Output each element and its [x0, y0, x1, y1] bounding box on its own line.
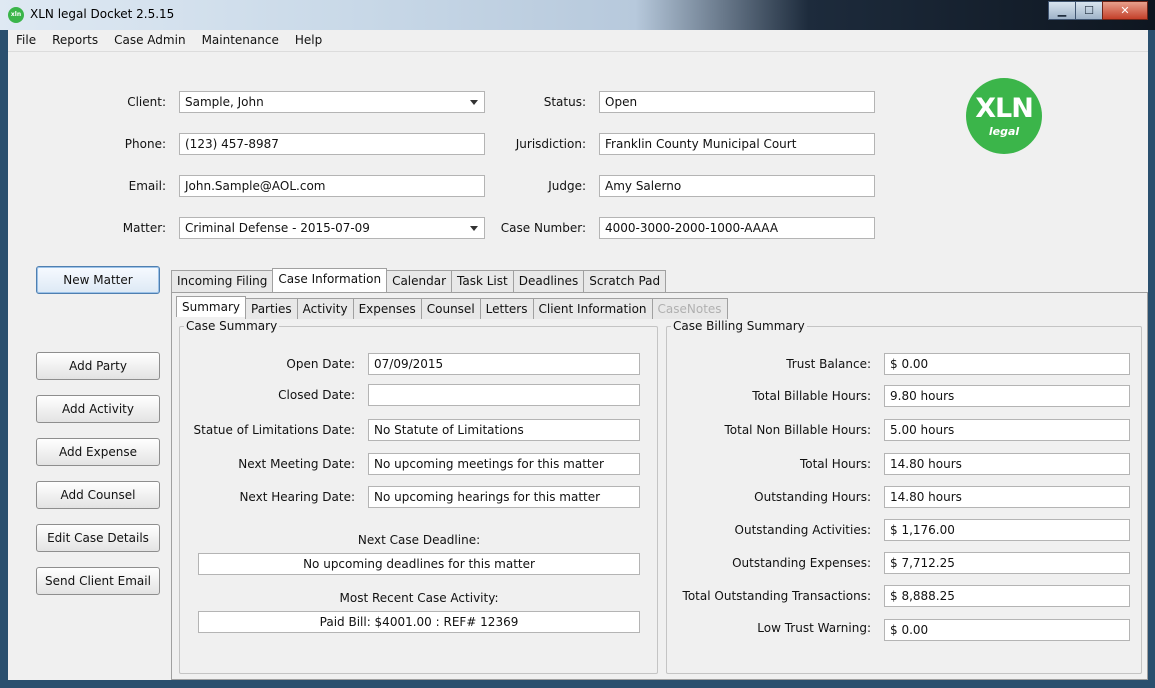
logo-text: XLN [975, 93, 1034, 124]
matter-label: Matter: [122, 221, 166, 235]
matter-combo[interactable]: Criminal Defense - 2015-07-09 [179, 217, 485, 239]
case-summary-title: Case Summary [184, 319, 280, 333]
phone-label: Phone: [124, 137, 166, 151]
case-information-panel: Summary Parties Activity Expenses Counse… [171, 292, 1148, 680]
open-date-label: Open Date: [286, 357, 355, 371]
send-client-email-button[interactable]: Send Client Email [36, 567, 160, 595]
total-outstanding-transactions-field[interactable]: $ 8,888.25 [884, 585, 1130, 607]
outstanding-expenses-field[interactable]: $ 7,712.25 [884, 552, 1130, 574]
tab-calendar[interactable]: Calendar [386, 270, 453, 292]
email-label: Email: [128, 179, 166, 193]
close-icon[interactable]: ✕ [1102, 1, 1148, 20]
tab-scratch-pad[interactable]: Scratch Pad [583, 270, 667, 292]
status-label: Status: [543, 95, 586, 109]
tab-activity[interactable]: Activity [296, 298, 354, 319]
window-title: XLN legal Docket 2.5.15 [30, 7, 175, 21]
status-field[interactable]: Open [599, 91, 875, 113]
open-date-field[interactable]: 07/09/2015 [368, 353, 640, 375]
jurisdiction-label: Jurisdiction: [515, 137, 586, 151]
new-matter-button[interactable]: New Matter [36, 266, 160, 294]
outstanding-activities-field[interactable]: $ 1,176.00 [884, 519, 1130, 541]
tab-counsel[interactable]: Counsel [420, 298, 481, 319]
case-number-field[interactable]: 4000-3000-2000-1000-AAAA [599, 217, 875, 239]
add-expense-button[interactable]: Add Expense [36, 438, 160, 466]
tab-client-information[interactable]: Client Information [532, 298, 653, 319]
menu-bar: File Reports Case Admin Maintenance Help [8, 30, 1148, 52]
case-billing-summary-title: Case Billing Summary [671, 319, 807, 333]
chevron-down-icon[interactable] [470, 100, 478, 105]
tab-task-list[interactable]: Task List [451, 270, 514, 292]
low-trust-warning-label: Low Trust Warning: [757, 621, 871, 635]
tab-incoming-filing[interactable]: Incoming Filing [171, 270, 274, 292]
tab-summary[interactable]: Summary [176, 296, 246, 317]
next-hearing-field[interactable]: No upcoming hearings for this matter [368, 486, 640, 508]
logo-subtext: legal [988, 125, 1020, 138]
low-trust-warning-field[interactable]: $ 0.00 [884, 619, 1130, 641]
statute-of-limitations-field[interactable]: No Statute of Limitations [368, 419, 640, 441]
xln-legal-logo: XLN legal [966, 78, 1042, 154]
most-recent-activity-field[interactable]: Paid Bill: $4001.00 : REF# 12369 [198, 611, 640, 633]
email-field[interactable]: John.Sample@AOL.com [179, 175, 485, 197]
judge-label: Judge: [548, 179, 586, 193]
total-hours-field[interactable]: 14.80 hours [884, 453, 1130, 475]
next-meeting-label: Next Meeting Date: [238, 457, 355, 471]
client-label: Client: [127, 95, 166, 109]
next-case-deadline-field[interactable]: No upcoming deadlines for this matter [198, 553, 640, 575]
judge-field[interactable]: Amy Salerno [599, 175, 875, 197]
matter-value: Criminal Defense - 2015-07-09 [185, 221, 370, 235]
most-recent-activity-label: Most Recent Case Activity: [339, 591, 499, 605]
sub-tabs: Summary Parties Activity Expenses Counse… [176, 296, 728, 319]
outstanding-expenses-label: Outstanding Expenses: [732, 556, 871, 570]
app-window: xln XLN legal Docket 2.5.15 ▁ ☐ ✕ File R… [0, 0, 1155, 688]
phone-field[interactable]: (123) 457-8987 [179, 133, 485, 155]
trust-balance-field[interactable]: $ 0.00 [884, 353, 1130, 375]
client-value: Sample, John [185, 95, 264, 109]
window-controls: ▁ ☐ ✕ [1048, 1, 1148, 21]
trust-balance-label: Trust Balance: [786, 357, 871, 371]
client-area: File Reports Case Admin Maintenance Help… [8, 30, 1148, 680]
next-case-deadline-label: Next Case Deadline: [357, 533, 481, 547]
next-meeting-field[interactable]: No upcoming meetings for this matter [368, 453, 640, 475]
tab-case-notes: CaseNotes [651, 298, 728, 319]
tab-case-information[interactable]: Case Information [272, 268, 388, 292]
total-outstanding-transactions-label: Total Outstanding Transactions: [682, 589, 871, 603]
app-logo-icon: xln [8, 7, 24, 23]
main-tabs: Incoming Filing Case Information Calenda… [171, 268, 667, 292]
outstanding-hours-label: Outstanding Hours: [754, 490, 871, 504]
case-billing-summary-group: Case Billing Summary Trust Balance: $ 0.… [666, 319, 1142, 674]
tab-deadlines[interactable]: Deadlines [512, 270, 585, 292]
next-hearing-label: Next Hearing Date: [239, 490, 355, 504]
tab-letters[interactable]: Letters [479, 298, 534, 319]
jurisdiction-field[interactable]: Franklin County Municipal Court [599, 133, 875, 155]
closed-date-label: Closed Date: [278, 388, 355, 402]
menu-maintenance[interactable]: Maintenance [194, 30, 287, 51]
menu-reports[interactable]: Reports [44, 30, 106, 51]
total-billable-hours-label: Total Billable Hours: [752, 389, 871, 403]
maximize-icon[interactable]: ☐ [1075, 1, 1102, 20]
chevron-down-icon[interactable] [470, 226, 478, 231]
case-number-label: Case Number: [500, 221, 586, 235]
menu-file[interactable]: File [8, 30, 44, 51]
client-combo[interactable]: Sample, John [179, 91, 485, 113]
title-bar[interactable]: xln XLN legal Docket 2.5.15 ▁ ☐ ✕ [0, 0, 1155, 30]
total-billable-hours-field[interactable]: 9.80 hours [884, 385, 1130, 407]
statute-of-limitations-label: Statue of Limitations Date: [193, 423, 355, 437]
total-non-billable-hours-label: Total Non Billable Hours: [724, 423, 871, 437]
edit-case-details-button[interactable]: Edit Case Details [36, 524, 160, 552]
case-summary-group: Case Summary Open Date: 07/09/2015 Close… [179, 319, 658, 674]
tab-parties[interactable]: Parties [245, 298, 298, 319]
outstanding-hours-field[interactable]: 14.80 hours [884, 486, 1130, 508]
outstanding-activities-label: Outstanding Activities: [734, 523, 871, 537]
add-party-button[interactable]: Add Party [36, 352, 160, 380]
menu-case-admin[interactable]: Case Admin [106, 30, 193, 51]
menu-help[interactable]: Help [287, 30, 330, 51]
minimize-icon[interactable]: ▁ [1048, 1, 1075, 20]
total-hours-label: Total Hours: [799, 457, 871, 471]
total-non-billable-hours-field[interactable]: 5.00 hours [884, 419, 1130, 441]
closed-date-field[interactable] [368, 384, 640, 406]
add-activity-button[interactable]: Add Activity [36, 395, 160, 423]
tab-expenses[interactable]: Expenses [352, 298, 422, 319]
add-counsel-button[interactable]: Add Counsel [36, 481, 160, 509]
